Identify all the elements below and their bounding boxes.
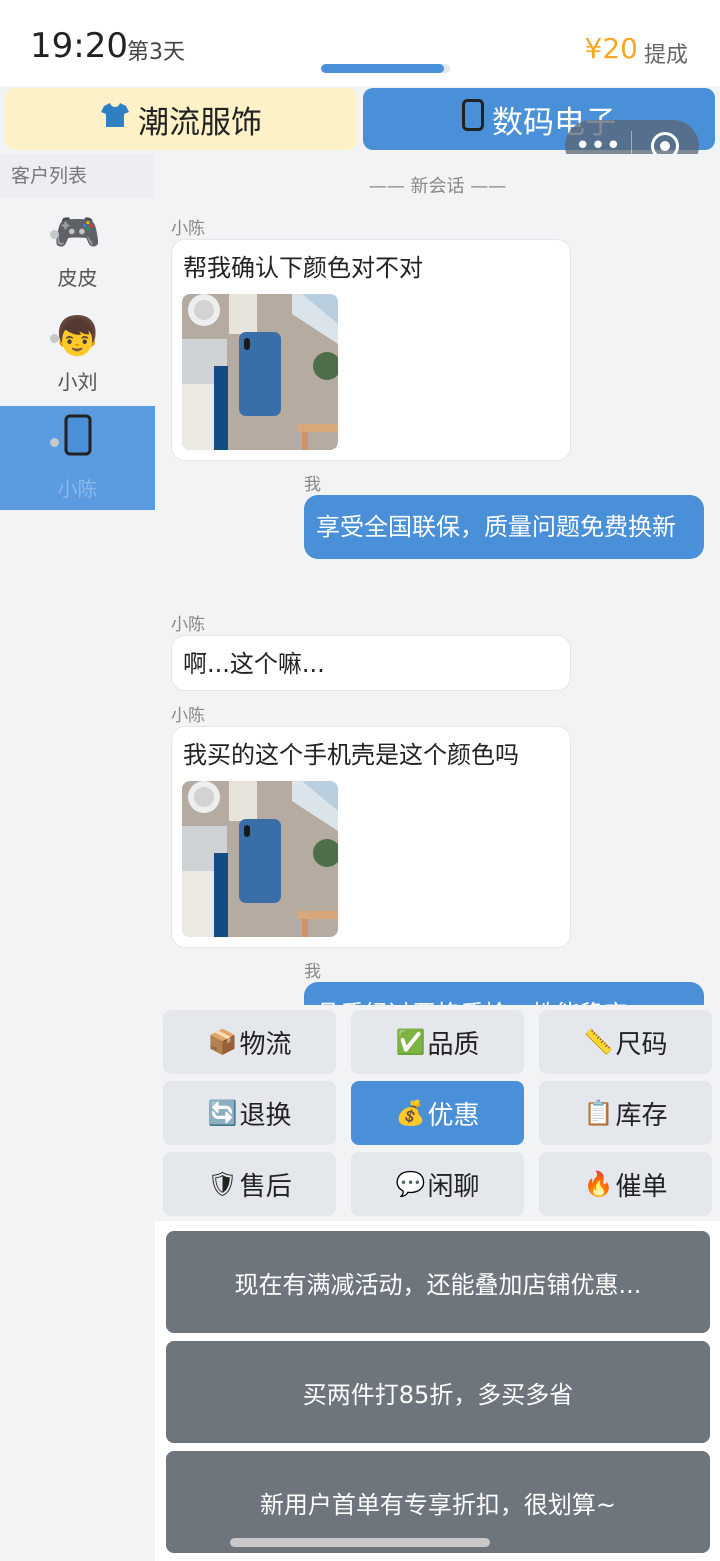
package-icon: 📦 <box>207 1028 238 1056</box>
commission-label: 提成 <box>643 43 688 68</box>
day-counter: 第3天 <box>127 40 185 65</box>
day-progress-fill <box>321 64 444 73</box>
quick-topic-grid: 📦 物流 ✅ 品质 📏 尺码 🔄 退换 💰 优惠 📋 库存 🛡 售后 💬 闲聊 🔥 催单 <box>155 1005 720 1221</box>
status-dot <box>50 438 59 447</box>
quick-label: 催单 <box>615 1171 668 1202</box>
quick-label: 优惠 <box>427 1100 480 1131</box>
gamepad-avatar-icon: 🎮 <box>53 209 102 254</box>
tab-fashion[interactable]: 潮流服饰 <box>5 88 357 150</box>
message-text: 我买的这个手机壳是这个颜色吗 <box>183 741 519 769</box>
phone-case-photo[interactable] <box>182 781 338 937</box>
shield-icon: 🛡 <box>207 1170 238 1198</box>
status-dot <box>50 230 59 239</box>
quick-quality-button[interactable]: ✅ 品质 <box>351 1010 524 1074</box>
day-progress-bar <box>321 64 450 73</box>
quick-urge-button[interactable]: 🔥 催单 <box>539 1152 712 1216</box>
sender-label: 小陈 <box>171 706 205 726</box>
money-amount: ¥20 <box>584 32 638 65</box>
quick-stock-button[interactable]: 📋 库存 <box>539 1081 712 1145</box>
status-dot <box>50 334 59 343</box>
home-indicator[interactable] <box>230 1538 490 1547</box>
sender-label: 我 <box>304 962 321 982</box>
phone-case-photo[interactable] <box>182 294 338 450</box>
customer-sidebar: 客户列表 🎮 皮皮 👦 小刘 小陈 <box>0 154 155 1561</box>
quick-chat-button[interactable]: 💬 闲聊 <box>351 1152 524 1216</box>
quick-label: 品质 <box>427 1029 480 1060</box>
customer-item-xiaochen[interactable]: 小陈 <box>0 406 155 510</box>
customer-name: 小陈 <box>57 477 98 501</box>
t-shirt-icon <box>100 101 130 137</box>
message-text: 享受全国联保，质量问题免费换新 <box>316 513 676 541</box>
customer-name: 小刘 <box>57 369 98 394</box>
quick-label: 退换 <box>239 1100 292 1131</box>
ruler-icon: 📏 <box>583 1028 614 1056</box>
incoming-message: 啊...这个嘛... <box>171 635 571 691</box>
reply-option[interactable]: 买两件打85折，多买多省 <box>166 1341 710 1443</box>
quick-label: 售后 <box>239 1171 292 1202</box>
message-text: 品质经过严格质检，性能稳定 <box>304 982 704 1005</box>
quick-label: 库存 <box>615 1100 668 1131</box>
sender-label: 我 <box>304 475 321 495</box>
status-bar: 19:20 第3天 ¥20 提成 <box>0 0 720 86</box>
new-session-divider: —— 新会话 —— <box>368 176 507 197</box>
customer-name: 皮皮 <box>57 265 98 290</box>
reply-option[interactable]: 现在有满减活动，还能叠加店铺优惠... <box>166 1231 710 1333</box>
incoming-message: 我买的这个手机壳是这个颜色吗 <box>171 726 571 948</box>
clipboard-icon: 📋 <box>583 1099 614 1127</box>
money-bag-icon: 💰 <box>395 1099 426 1127</box>
quick-discount-button[interactable]: 💰 优惠 <box>351 1081 524 1145</box>
refresh-icon: 🔄 <box>207 1099 238 1127</box>
outgoing-message: 品质经过严格质检，性能稳定 <box>304 982 704 1005</box>
reply-options: 现在有满减活动，还能叠加店铺优惠... 买两件打85折，多买多省 新用户首单有专… <box>155 1221 720 1561</box>
quick-logistics-button[interactable]: 📦 物流 <box>163 1010 336 1074</box>
sidebar-title: 客户列表 <box>0 154 155 198</box>
sender-label: 小陈 <box>171 219 205 239</box>
fire-icon: 🔥 <box>583 1170 614 1198</box>
message-text: 帮我确认下颜色对不对 <box>183 254 423 282</box>
customer-item-pipi[interactable]: 🎮 皮皮 <box>0 198 155 302</box>
clock-time: 19:20 <box>30 26 128 66</box>
quick-aftersales-button[interactable]: 🛡 售后 <box>163 1152 336 1216</box>
boy-avatar-icon: 👦 <box>53 313 102 358</box>
quick-label: 物流 <box>239 1029 292 1060</box>
quick-return-button[interactable]: 🔄 退换 <box>163 1081 336 1145</box>
phone-avatar-icon <box>64 414 92 465</box>
check-icon: ✅ <box>395 1028 426 1056</box>
chat-area[interactable]: —— 新会话 —— 小陈 帮我确认下颜色对不对 我 享受全国联保，质量问题免费换… <box>155 154 720 1005</box>
outgoing-message: 享受全国联保，质量问题免费换新 <box>304 495 704 559</box>
quick-size-button[interactable]: 📏 尺码 <box>539 1010 712 1074</box>
tab-label: 潮流服饰 <box>138 104 262 141</box>
sender-label: 小陈 <box>171 615 205 635</box>
speech-bubble-icon: 💬 <box>395 1170 426 1198</box>
quick-label: 闲聊 <box>427 1171 480 1202</box>
incoming-message: 帮我确认下颜色对不对 <box>171 239 571 461</box>
customer-item-xiaoliu[interactable]: 👦 小刘 <box>0 302 155 406</box>
message-text: 啊...这个嘛... <box>183 650 325 678</box>
phone-icon <box>462 99 484 139</box>
quick-label: 尺码 <box>615 1029 668 1060</box>
